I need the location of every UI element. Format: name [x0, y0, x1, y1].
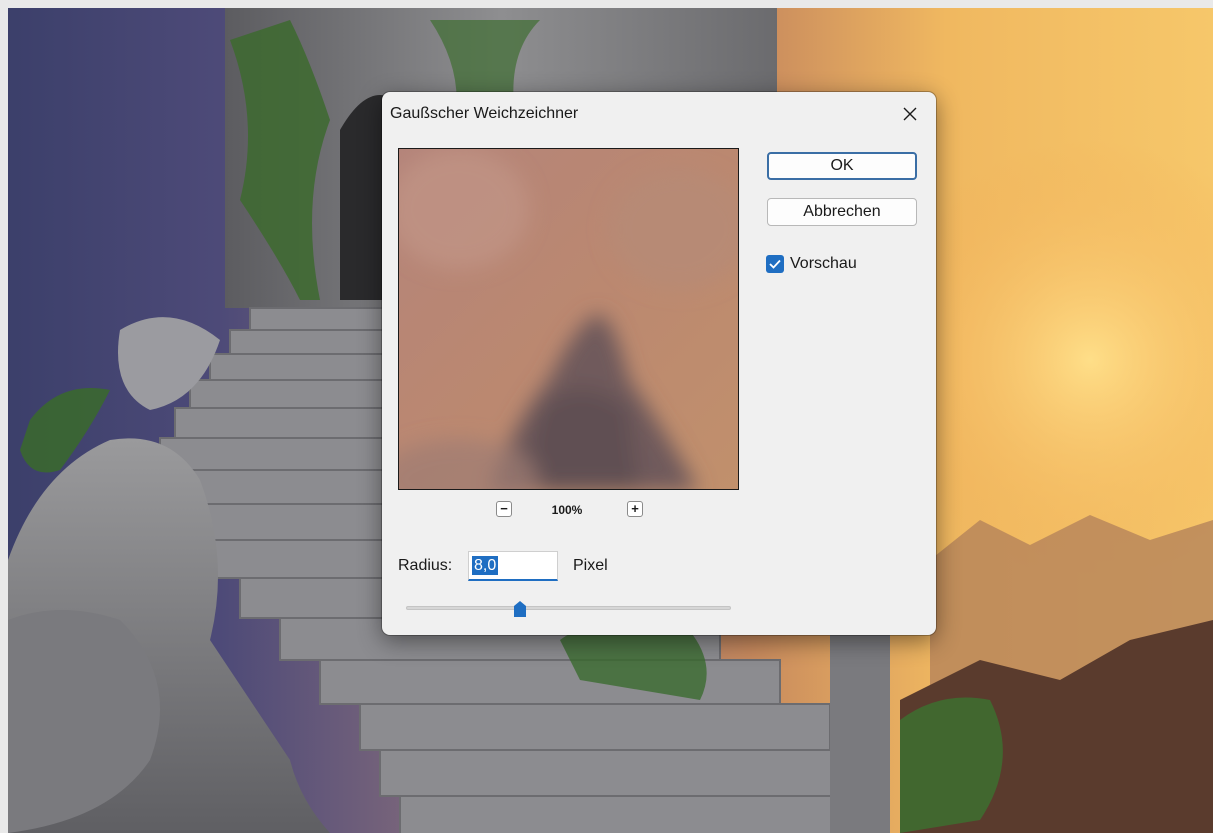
- gaussian-blur-dialog: Gaußscher Weichzeichner − 100% + OK Abbr…: [382, 92, 936, 635]
- zoom-level: 100%: [551, 503, 583, 517]
- canvas-top-border: [0, 0, 1213, 8]
- dialog-titlebar[interactable]: Gaußscher Weichzeichner: [382, 92, 936, 136]
- close-button[interactable]: [894, 98, 926, 130]
- preview-checkbox[interactable]: [766, 255, 784, 273]
- radius-slider-track[interactable]: [406, 606, 731, 610]
- plus-icon: +: [631, 501, 639, 516]
- radius-value: 8,0: [472, 556, 499, 575]
- radius-input[interactable]: 8,0: [468, 551, 558, 581]
- minus-icon: −: [500, 501, 508, 516]
- blur-preview[interactable]: [398, 148, 739, 490]
- close-icon: [903, 107, 917, 121]
- preview-image: [399, 149, 738, 489]
- canvas-left-border: [0, 0, 8, 833]
- radius-label: Radius:: [398, 557, 453, 574]
- radius-slider-thumb[interactable]: [513, 600, 527, 618]
- checkmark-icon: [769, 259, 781, 269]
- dialog-title: Gaußscher Weichzeichner: [390, 105, 579, 122]
- zoom-out-button[interactable]: −: [496, 501, 512, 517]
- cancel-button[interactable]: Abbrechen: [767, 198, 917, 226]
- zoom-in-button[interactable]: +: [627, 501, 643, 517]
- ok-button[interactable]: OK: [767, 152, 917, 180]
- slider-thumb-icon: [513, 601, 526, 617]
- radius-unit-label: Pixel: [573, 557, 608, 574]
- preview-checkbox-label: Vorschau: [790, 255, 857, 272]
